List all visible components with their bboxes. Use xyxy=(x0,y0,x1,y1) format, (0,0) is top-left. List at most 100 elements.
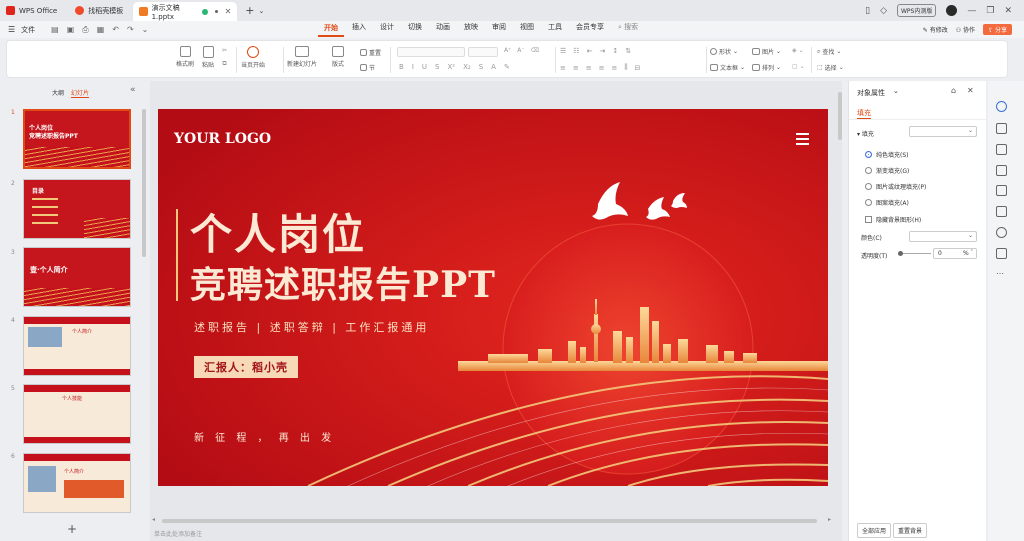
justify-icon[interactable]: ≡ xyxy=(599,64,605,72)
section-button[interactable]: 节 xyxy=(360,63,375,72)
apply-all-button[interactable]: 全部应用 xyxy=(857,523,892,538)
menu-design[interactable]: 设计 xyxy=(374,22,400,37)
collapse-panel-icon[interactable]: « xyxy=(130,85,136,95)
numbered-list-icon[interactable]: ☷ xyxy=(573,47,579,55)
notes-placeholder[interactable]: 单击此处添加备注 xyxy=(154,529,202,538)
menu-file[interactable]: 文件 xyxy=(15,25,41,35)
transparency-input[interactable]: 0 % ⌃ xyxy=(933,248,977,259)
close-tab-icon[interactable]: ✕ xyxy=(225,7,232,16)
tab-list-chevron-icon[interactable]: ⌄ xyxy=(258,7,264,15)
cut-icon[interactable]: ✂ xyxy=(222,47,227,54)
menu-member[interactable]: 会员专享 xyxy=(570,22,610,37)
superscript-icon[interactable]: X² xyxy=(447,63,455,71)
more-quick-icon[interactable]: ⌄ xyxy=(142,25,149,35)
outdent-icon[interactable]: ⇤ xyxy=(587,47,593,55)
canvas-vertical-scrollbar[interactable] xyxy=(838,92,842,140)
clear-format-icon[interactable]: ⌫ xyxy=(531,47,539,54)
wps-beta-badge[interactable]: WPS内测版 xyxy=(897,4,937,17)
menu-tools[interactable]: 工具 xyxy=(542,22,568,37)
close-panel-icon[interactable]: ✕ xyxy=(967,86,974,95)
strikethrough-icon[interactable]: S xyxy=(435,63,439,71)
slide-thumbnail-6[interactable]: 个人简介 xyxy=(23,453,131,513)
menu-insert[interactable]: 插入 xyxy=(346,22,372,37)
subscript-icon[interactable]: X₂ xyxy=(463,63,471,71)
highlight-icon[interactable]: ✎ xyxy=(504,63,510,71)
collaborate-button[interactable]: ⚇ 协作 xyxy=(956,25,975,34)
fill-type-select[interactable]: ⌄ xyxy=(909,126,977,137)
menu-transition[interactable]: 切换 xyxy=(402,22,428,37)
skin-icon[interactable]: ◇ xyxy=(880,6,887,16)
underline-icon[interactable]: U xyxy=(422,63,427,71)
line-spacing-icon[interactable]: ↕ xyxy=(612,47,618,55)
picture-button[interactable]: 图片 ⌄ xyxy=(752,47,781,56)
select-button[interactable]: ⬚ 选择 ⌄ xyxy=(817,63,844,72)
shape-button[interactable]: 形状 ⌄ xyxy=(710,47,738,56)
distribute-icon[interactable]: ≡ xyxy=(612,64,618,72)
spinner-icon[interactable]: ⌃ xyxy=(970,249,974,255)
print-icon[interactable]: ⎙ xyxy=(82,25,88,35)
layout-button[interactable]: 版式 xyxy=(332,46,344,68)
add-slide-icon[interactable]: + xyxy=(67,522,77,536)
menu-view[interactable]: 视图 xyxy=(514,22,540,37)
format-painter-button[interactable]: 格式刷 xyxy=(173,46,197,68)
fill-color-button[interactable]: ◈ ⌄ xyxy=(792,47,804,54)
reset-button[interactable]: 重置 xyxy=(360,48,381,57)
bold-icon[interactable]: B xyxy=(399,63,404,71)
fill-option-pattern[interactable]: 图案填充(A) xyxy=(865,198,909,207)
align-right-icon[interactable]: ≡ xyxy=(586,64,592,72)
tab-fill[interactable]: 填充 xyxy=(857,108,871,119)
search-box[interactable]: ⌕ 搜索 xyxy=(612,22,644,37)
text-direction-icon[interactable]: ⇅ xyxy=(625,47,631,55)
more-sidebar-icon[interactable]: ⋯ xyxy=(996,269,1004,278)
tab-document[interactable]: 演示文稿1.pptx ✕ xyxy=(133,2,238,21)
selection-sidebar-icon[interactable] xyxy=(996,165,1007,176)
vertical-align-icon[interactable]: ⊟ xyxy=(635,64,641,72)
color-picker[interactable]: ⌄ xyxy=(909,231,977,242)
copy-icon[interactable]: ⧉ xyxy=(222,60,226,68)
share-sidebar-icon[interactable] xyxy=(996,248,1007,259)
hamburger-menu-icon[interactable]: ☰ xyxy=(8,25,15,34)
align-center-icon[interactable]: ≡ xyxy=(573,64,579,72)
align-left-icon[interactable]: ≡ xyxy=(560,64,566,72)
tab-template[interactable]: 找稻壳模板 xyxy=(69,0,129,21)
paste-button[interactable]: 粘贴 xyxy=(197,46,219,69)
scroll-left-icon[interactable]: ◂ xyxy=(152,516,155,523)
slide-thumbnail-1[interactable]: 个人岗位 竞聘述职报告PPT xyxy=(23,109,131,169)
share-button[interactable]: ⇪ 分享 xyxy=(983,24,1012,35)
revision-status[interactable]: ✎ 有修改 xyxy=(923,25,948,34)
fill-option-solid[interactable]: 纯色填充(S) xyxy=(865,150,909,159)
design-sidebar-icon[interactable] xyxy=(996,144,1007,155)
columns-icon[interactable]: ⫼ xyxy=(624,63,627,72)
font-shrink-icon[interactable]: A⁻ xyxy=(517,47,524,54)
menu-slideshow[interactable]: 放映 xyxy=(458,22,484,37)
italic-icon[interactable]: I xyxy=(412,63,414,71)
font-color-icon[interactable]: A xyxy=(491,63,496,71)
menu-animation[interactable]: 动画 xyxy=(430,22,456,37)
preview-icon[interactable]: ▦ xyxy=(97,25,105,35)
thumbnail-scrollbar[interactable] xyxy=(142,109,146,257)
play-current-button[interactable]: 当页开始 xyxy=(241,46,265,69)
canvas-horizontal-scrollbar[interactable] xyxy=(162,519,817,523)
arrange-button[interactable]: 排列 ⌄ xyxy=(752,63,781,72)
help-sidebar-icon[interactable] xyxy=(996,227,1007,238)
slide-thumbnail-3[interactable]: 壹·个人简介 xyxy=(23,247,131,307)
copy-sidebar-icon[interactable] xyxy=(996,206,1007,217)
font-name-select[interactable] xyxy=(397,47,465,57)
properties-sidebar-icon[interactable] xyxy=(996,101,1007,112)
save-icon[interactable]: ▣ xyxy=(67,25,75,35)
transparency-slider-track[interactable] xyxy=(899,253,931,254)
outline-button[interactable]: ▢ ⌄ xyxy=(792,63,805,70)
restore-icon[interactable]: ❐ xyxy=(986,6,994,16)
hide-background-checkbox[interactable]: 隐藏背景图形(H) xyxy=(865,215,921,224)
slide-1[interactable]: YOUR LOGO 个人岗位 竞聘述职报告PPT 述职报告 | 述职答辩 | 工… xyxy=(158,109,828,486)
shadow-icon[interactable]: S xyxy=(479,63,483,71)
minimize-icon[interactable]: — xyxy=(967,6,976,16)
new-slide-button[interactable]: 新建幻灯片 xyxy=(287,46,317,68)
slide-thumbnail-5[interactable]: 个人技能 xyxy=(23,384,131,444)
bullet-list-icon[interactable]: ☰ xyxy=(560,47,566,55)
redo-icon[interactable]: ↷ xyxy=(127,25,134,35)
new-tab-icon[interactable]: + xyxy=(245,4,254,17)
textbox-button[interactable]: 文本框 ⌄ xyxy=(710,63,745,72)
find-button[interactable]: ⌕ 查找 ⌄ xyxy=(817,47,841,57)
fill-section-toggle[interactable]: ▾ 填充 xyxy=(857,129,874,138)
